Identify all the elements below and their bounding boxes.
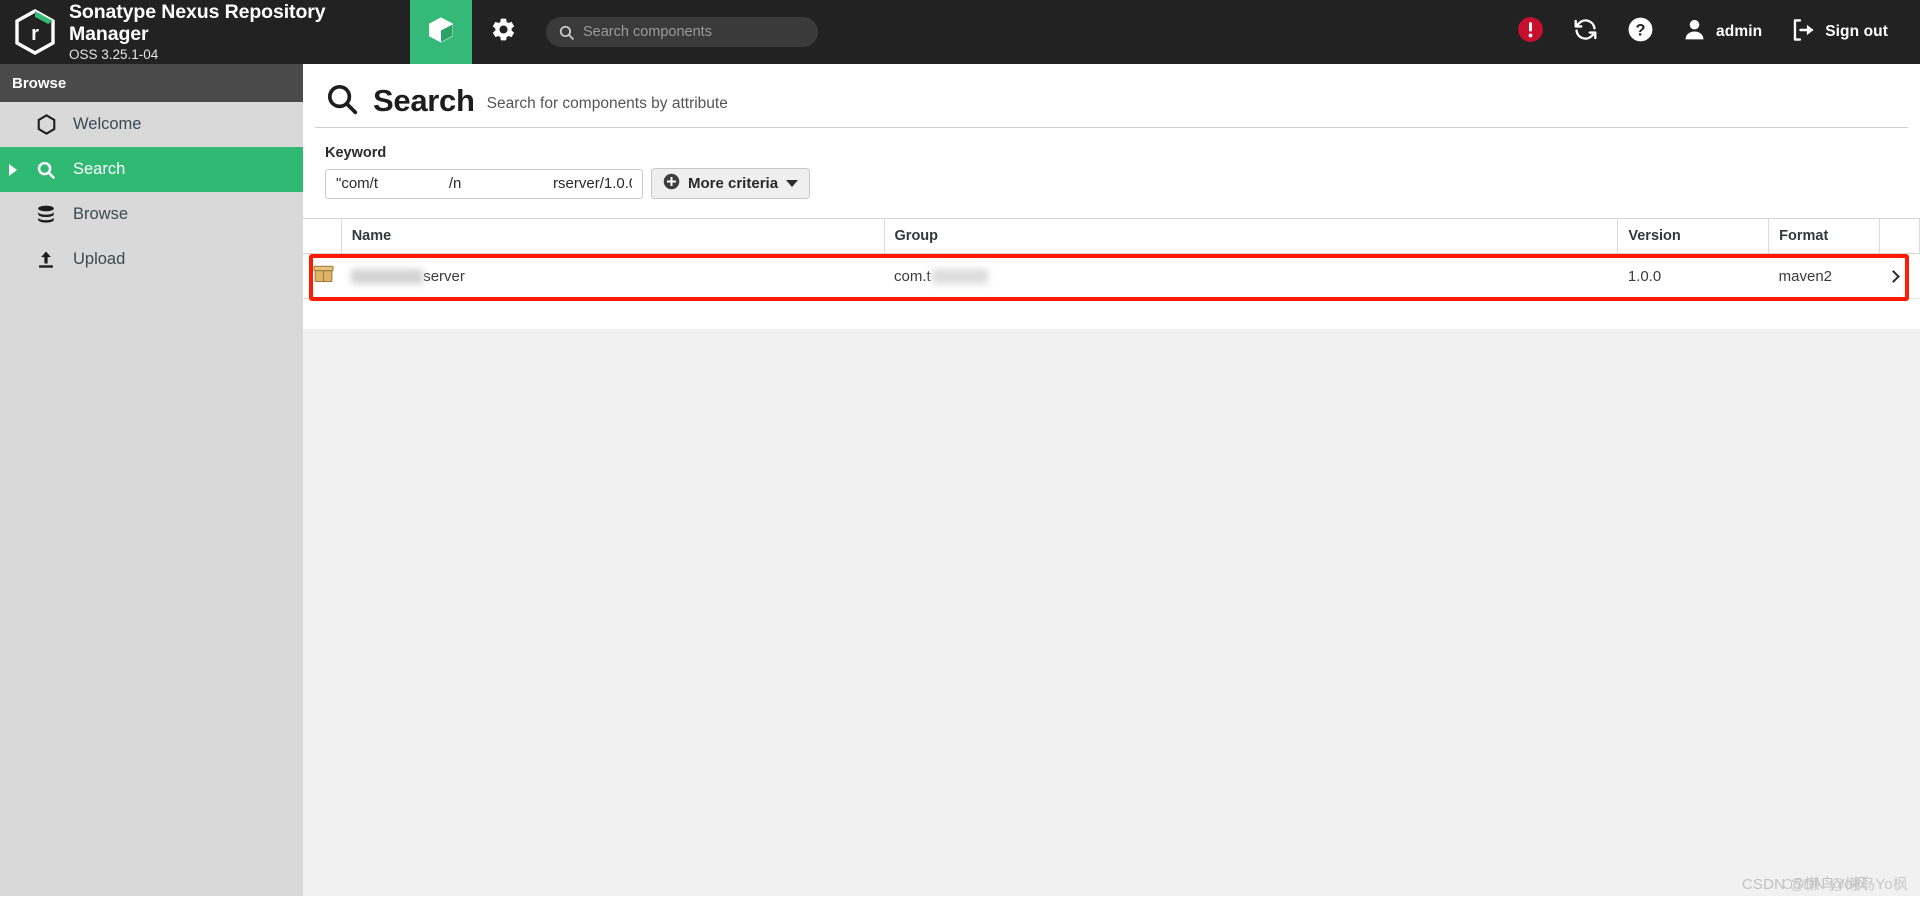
brand-version: OSS 3.25.1-04 — [69, 47, 159, 62]
col-header-version[interactable]: Version — [1617, 218, 1770, 254]
bottom-edge — [0, 896, 1920, 902]
brand-title: Sonatype Nexus Repository Manager — [69, 1, 326, 45]
results-table: Name Group Version Format server com.t 1… — [303, 218, 1920, 299]
brand-block: r Sonatype Nexus Repository Manager OSS … — [0, 0, 410, 64]
page-subtitle: Search for components by attribute — [486, 95, 728, 112]
row-version-cell: 1.0.0 — [1617, 253, 1769, 299]
table-row[interactable]: server com.t 1.0.0 maven2 — [303, 253, 1920, 299]
sidebar-item-label: Upload — [73, 250, 126, 268]
svg-text:?: ? — [1636, 22, 1646, 40]
col-header-spacer — [1879, 218, 1920, 254]
results-table-head: Name Group Version Format — [303, 218, 1920, 254]
global-search-box[interactable] — [546, 17, 818, 47]
sidebar: Browse Welcome Search Browse Upload — [0, 64, 303, 902]
row-name-value: server — [351, 268, 884, 285]
redacted-group-suffix — [931, 268, 988, 284]
upload-arrow-icon — [31, 249, 61, 270]
csdn-watermark: CSDN @懒鸟Yo枫CSDN @懒鸟Yo枫 — [1742, 873, 1908, 894]
col-header-name[interactable]: Name — [341, 218, 885, 254]
active-caret-icon — [9, 163, 17, 176]
row-group-prefix: com.t — [894, 267, 931, 285]
refresh-sync-icon — [1572, 16, 1599, 48]
refresh-button[interactable] — [1558, 0, 1613, 64]
row-name-cell: server — [341, 253, 885, 299]
content-background-fill — [303, 329, 1920, 902]
sidebar-item-search[interactable]: Search — [0, 147, 303, 192]
watermark-text-b: CSDN @懒鸟Yo枫 — [1781, 876, 1908, 893]
search-icon — [31, 160, 61, 180]
sidebar-item-label: Search — [73, 160, 126, 178]
tab-browse-components[interactable] — [410, 0, 472, 64]
sidebar-item-label: Welcome — [73, 115, 142, 133]
alert-exclamation-circle-icon — [1517, 16, 1544, 48]
package-box-icon — [313, 265, 334, 288]
redacted-name-prefix — [351, 268, 424, 284]
keyword-input[interactable] — [325, 168, 643, 199]
sign-out-button[interactable]: Sign out — [1776, 0, 1902, 64]
plus-circle-icon — [663, 173, 680, 195]
results-table-body: server com.t 1.0.0 maven2 — [303, 253, 1920, 299]
nexus-hexagon-r-logo: r — [14, 9, 56, 55]
row-chevron-cell[interactable] — [1879, 253, 1920, 299]
search-icon — [558, 24, 575, 41]
hexagon-outline-icon — [31, 114, 61, 135]
help-question-circle-icon: ? — [1627, 16, 1654, 48]
help-button[interactable]: ? — [1613, 0, 1668, 64]
chevron-down-icon — [786, 180, 799, 187]
col-header-group[interactable]: Group — [884, 218, 1619, 254]
row-group-cell: com.t — [884, 253, 1618, 299]
app-root: r Sonatype Nexus Repository Manager OSS … — [0, 0, 1920, 902]
top-header-bar: r Sonatype Nexus Repository Manager OSS … — [0, 0, 1920, 64]
sign-out-label: Sign out — [1825, 23, 1888, 40]
sign-out-icon — [1790, 17, 1816, 48]
search-criteria-panel: Keyword More criteria — [303, 128, 1920, 199]
user-name-label: admin — [1716, 23, 1763, 40]
row-format-cell: maven2 — [1768, 253, 1880, 299]
global-search-wrapper — [546, 0, 818, 64]
keyword-row: More criteria — [325, 168, 1920, 199]
row-package-icon-cell — [303, 253, 342, 299]
sidebar-item-welcome[interactable]: Welcome — [0, 102, 303, 147]
page-header: Search Search for components by attribut… — [315, 64, 1908, 128]
page-title: Search — [373, 83, 475, 118]
keyword-label: Keyword — [325, 145, 387, 161]
results-table-wrapper: Name Group Version Format server com.t 1… — [303, 218, 1920, 301]
sidebar-item-label: Browse — [73, 205, 129, 223]
search-input[interactable] — [583, 24, 803, 40]
alert-button[interactable] — [1503, 0, 1558, 64]
more-criteria-button[interactable]: More criteria — [651, 168, 811, 199]
col-header-icon[interactable] — [303, 218, 342, 254]
user-avatar-icon — [1682, 17, 1707, 47]
row-name-suffix: server — [423, 267, 465, 285]
col-header-format[interactable]: Format — [1768, 218, 1880, 254]
brand-text: Sonatype Nexus Repository Manager OSS 3.… — [69, 1, 410, 63]
sidebar-item-upload[interactable]: Upload — [0, 237, 303, 282]
topbar-right-actions: ? admin Sign out — [1503, 0, 1920, 64]
tab-settings[interactable] — [472, 0, 534, 64]
sidebar-item-browse[interactable]: Browse — [0, 192, 303, 237]
gear-icon — [490, 16, 517, 48]
svg-text:r: r — [31, 23, 39, 45]
cube-box-icon — [426, 15, 456, 50]
sidebar-section-title: Browse — [0, 64, 303, 102]
search-icon — [325, 82, 359, 116]
table-header-row: Name Group Version Format — [303, 218, 1920, 254]
more-criteria-label: More criteria — [688, 175, 779, 192]
chevron-right-icon — [1887, 269, 1901, 283]
row-group-value: com.t — [894, 268, 1618, 285]
database-stack-icon — [31, 204, 61, 225]
user-menu[interactable]: admin — [1668, 0, 1776, 64]
